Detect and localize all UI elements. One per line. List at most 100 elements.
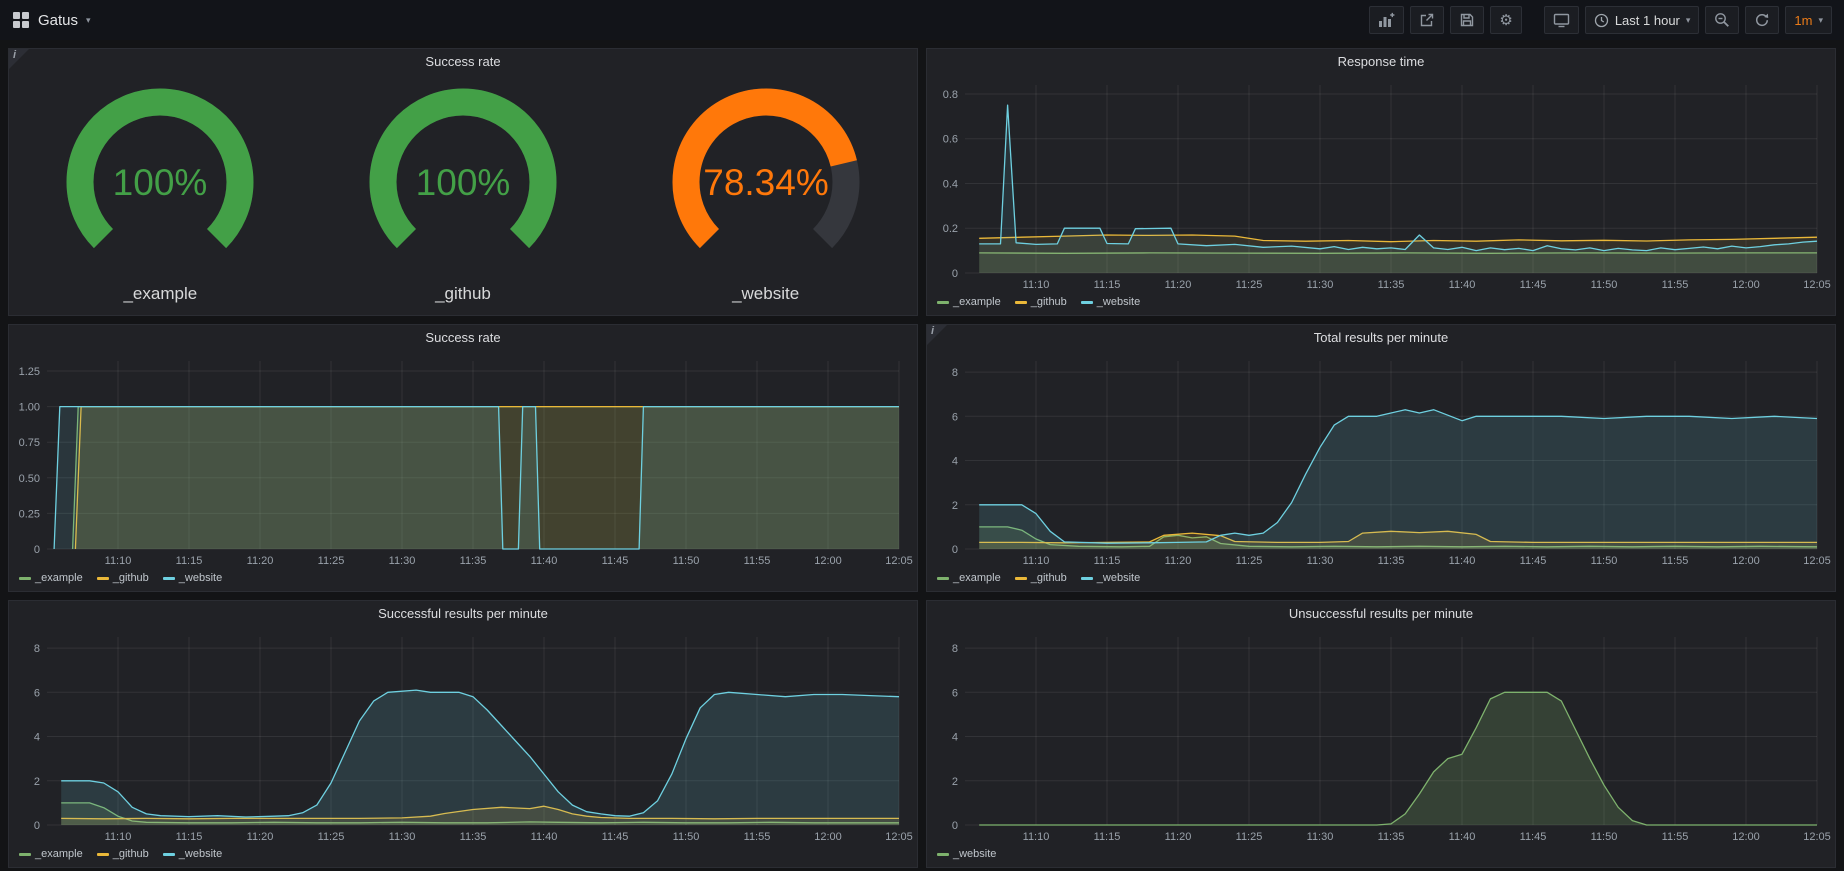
grid-icon	[12, 11, 30, 29]
legend-item-website[interactable]: _website	[163, 848, 222, 860]
save-icon	[1459, 12, 1475, 28]
svg-text:12:00: 12:00	[814, 831, 842, 843]
gauge-arc: 100%	[318, 82, 608, 282]
dashboard-title[interactable]: Gatus	[38, 12, 78, 29]
svg-text:11:45: 11:45	[1520, 555, 1547, 567]
legend-item-example[interactable]: _example	[19, 572, 83, 584]
panel-title[interactable]: Unsuccessful results per minute	[927, 601, 1835, 627]
legend-item-github[interactable]: _github	[1015, 296, 1067, 308]
svg-text:11:50: 11:50	[673, 831, 700, 843]
panel-unsuccessful-results: Unsuccessful results per minute 11:1011:…	[926, 600, 1836, 868]
total-results-chart[interactable]: 11:1011:1511:2011:2511:3011:3511:4011:45…	[927, 351, 1835, 569]
svg-text:11:30: 11:30	[389, 831, 416, 843]
legend-item-website[interactable]: _website	[1081, 572, 1140, 584]
legend-swatch	[937, 301, 949, 304]
gauge-arc: 78.34%	[621, 82, 911, 282]
svg-text:0: 0	[34, 820, 40, 832]
svg-text:11:20: 11:20	[1165, 555, 1192, 567]
panel-title[interactable]: Success rate	[9, 325, 917, 351]
chart-canvas[interactable]: 11:1011:1511:2011:2511:3011:3511:4011:45…	[9, 627, 917, 845]
legend-item-github[interactable]: _github	[97, 848, 149, 860]
refresh-icon	[1754, 12, 1770, 28]
svg-text:2: 2	[952, 776, 958, 788]
panel-info-icon[interactable]: i	[9, 49, 29, 69]
chevron-down-icon: ▾	[1686, 15, 1691, 26]
svg-text:2: 2	[952, 500, 958, 512]
svg-text:11:55: 11:55	[1662, 555, 1689, 567]
success-rate-chart[interactable]: 11:1011:1511:2011:2511:3011:3511:4011:45…	[9, 351, 917, 569]
svg-text:11:35: 11:35	[1378, 279, 1405, 291]
chart-canvas[interactable]: 11:1011:1511:2011:2511:3011:3511:4011:45…	[927, 351, 1835, 569]
panel-success-rate-timeseries: Success rate 11:1011:1511:2011:2511:3011…	[8, 324, 918, 592]
svg-text:12:00: 12:00	[1732, 555, 1760, 567]
legend-item-website[interactable]: _website	[937, 848, 996, 860]
svg-text:11:20: 11:20	[1165, 831, 1192, 843]
zoom-out-button[interactable]	[1705, 6, 1739, 34]
chart-canvas[interactable]: 11:1011:1511:2011:2511:3011:3511:4011:45…	[927, 75, 1835, 293]
svg-text:11:35: 11:35	[460, 555, 487, 567]
panel-title[interactable]: Successful results per minute	[9, 601, 917, 627]
panel-total-results: i Total results per minute 11:1011:1511:…	[926, 324, 1836, 592]
navbar-right: ⚙ Last 1 hour ▾	[1369, 6, 1832, 34]
refresh-interval-picker[interactable]: 1m ▾	[1785, 6, 1832, 34]
legend-item-example[interactable]: _example	[19, 848, 83, 860]
svg-text:11:15: 11:15	[1094, 831, 1121, 843]
panel-title[interactable]: Response time	[927, 49, 1835, 75]
chart-legend: _example _github _website	[927, 293, 1835, 315]
gauge-website: 78.34% _website	[621, 82, 911, 304]
svg-text:11:10: 11:10	[105, 555, 132, 567]
chart-canvas[interactable]: 11:1011:1511:2011:2511:3011:3511:4011:45…	[9, 351, 917, 569]
svg-text:11:20: 11:20	[247, 831, 274, 843]
panel-info-icon[interactable]: i	[927, 325, 947, 345]
time-range-label: Last 1 hour	[1615, 13, 1680, 28]
svg-text:11:55: 11:55	[744, 555, 771, 567]
share-icon	[1419, 12, 1435, 28]
svg-text:11:40: 11:40	[531, 555, 558, 567]
panel-title[interactable]: Success rate	[9, 49, 917, 75]
panel-title[interactable]: Total results per minute	[927, 325, 1835, 351]
svg-text:12:00: 12:00	[814, 555, 842, 567]
svg-text:1.25: 1.25	[19, 366, 40, 378]
svg-text:11:45: 11:45	[1520, 279, 1547, 291]
refresh-button[interactable]	[1745, 6, 1779, 34]
svg-text:11:15: 11:15	[1094, 555, 1121, 567]
panel-response-time: Response time 11:1011:1511:2011:2511:301…	[926, 48, 1836, 316]
gauge-arc: 100%	[15, 82, 305, 282]
legend-item-github[interactable]: _github	[97, 572, 149, 584]
dashboard-settings-button[interactable]: ⚙	[1490, 6, 1521, 34]
share-dashboard-button[interactable]	[1410, 6, 1444, 34]
time-range-picker[interactable]: Last 1 hour ▾	[1585, 6, 1700, 34]
legend-item-website[interactable]: _website	[1081, 296, 1140, 308]
gauge-row: 100% _example 100% _github 78.34% _websi…	[9, 75, 917, 315]
svg-text:11:25: 11:25	[318, 555, 345, 567]
unsuccessful-results-chart[interactable]: 11:1011:1511:2011:2511:3011:3511:4011:45…	[927, 627, 1835, 845]
chart-legend: _example _github _website	[9, 569, 917, 591]
svg-text:11:15: 11:15	[176, 831, 203, 843]
gauge-label: _github	[435, 284, 491, 304]
gauge-github: 100% _github	[318, 82, 608, 304]
svg-text:0: 0	[952, 544, 958, 556]
svg-text:12:00: 12:00	[1732, 831, 1760, 843]
response-time-chart[interactable]: 11:1011:1511:2011:2511:3011:3511:4011:45…	[927, 75, 1835, 293]
cycle-view-mode-button[interactable]	[1544, 6, 1579, 34]
legend-item-example[interactable]: _example	[937, 296, 1001, 308]
add-panel-button[interactable]	[1369, 6, 1404, 34]
gauge-label: _example	[123, 284, 197, 304]
svg-text:11:15: 11:15	[1094, 279, 1121, 291]
monitor-icon	[1553, 12, 1570, 28]
svg-text:11:40: 11:40	[1449, 279, 1476, 291]
svg-text:12:00: 12:00	[1732, 279, 1760, 291]
dashboard-grid-icon[interactable]	[12, 11, 30, 29]
legend-item-example[interactable]: _example	[937, 572, 1001, 584]
legend-item-github[interactable]: _github	[1015, 572, 1067, 584]
svg-text:12:05: 12:05	[1803, 279, 1831, 291]
legend-swatch	[97, 577, 109, 580]
chart-canvas[interactable]: 11:1011:1511:2011:2511:3011:3511:4011:45…	[927, 627, 1835, 845]
legend-swatch	[97, 853, 109, 856]
legend-item-website[interactable]: _website	[163, 572, 222, 584]
svg-text:11:55: 11:55	[1662, 279, 1689, 291]
save-dashboard-button[interactable]	[1450, 6, 1484, 34]
svg-text:11:45: 11:45	[1520, 831, 1547, 843]
svg-text:11:35: 11:35	[460, 831, 487, 843]
successful-results-chart[interactable]: 11:1011:1511:2011:2511:3011:3511:4011:45…	[9, 627, 917, 845]
